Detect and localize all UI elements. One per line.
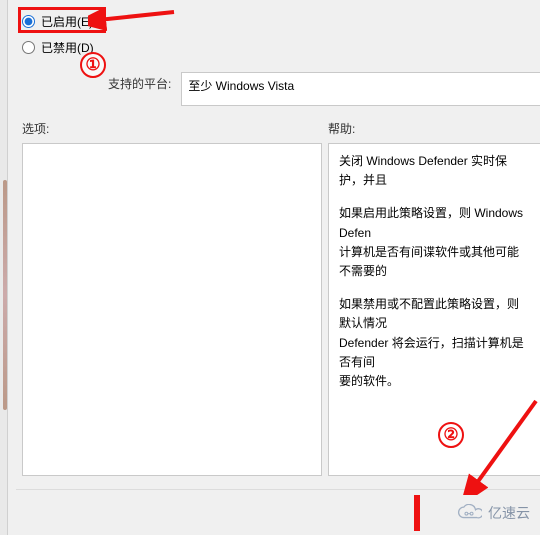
options-help-split: 选项: 帮助: 关闭 Windows Defender 实时保护，并且 如果启用… xyxy=(8,116,540,476)
radio-group-state: 已启用(E) 已禁用(D) xyxy=(8,0,540,66)
dialog-bottom-bar: 亿速云 xyxy=(16,489,540,535)
radio-row-disabled[interactable]: 已禁用(D) xyxy=(22,36,540,58)
help-label: 帮助: xyxy=(328,120,540,137)
window-left-edge xyxy=(0,0,8,535)
help-box: 关闭 Windows Defender 实时保护，并且 如果启用此策略设置，则 … xyxy=(328,143,540,476)
radio-row-enabled[interactable]: 已启用(E) xyxy=(22,10,540,32)
radio-enabled[interactable] xyxy=(22,15,35,28)
help-line: 如果禁用或不配置此策略设置，则默认情况 Defender 将会运行，扫描计算机是… xyxy=(339,295,530,391)
watermark-text: 亿速云 xyxy=(488,503,530,523)
radio-disabled[interactable] xyxy=(22,41,35,54)
options-box[interactable] xyxy=(22,143,322,476)
options-column: 选项: xyxy=(22,116,322,476)
policy-dialog-body: 已启用(E) 已禁用(D) 支持的平台: 至少 Windows Vista 选项… xyxy=(8,0,540,535)
cloud-icon xyxy=(456,504,482,522)
watermark-logo: 亿速云 xyxy=(456,503,530,523)
supported-platform-label: 支持的平台: xyxy=(108,72,171,92)
help-column: 帮助: 关闭 Windows Defender 实时保护，并且 如果启用此策略设… xyxy=(328,116,540,476)
supported-platform-row: 支持的平台: 至少 Windows Vista xyxy=(8,66,540,116)
options-label: 选项: xyxy=(22,120,322,137)
help-line: 关闭 Windows Defender 实时保护，并且 xyxy=(339,152,530,190)
radio-enabled-label: 已启用(E) xyxy=(41,13,93,30)
annotation-button-edge xyxy=(414,495,420,531)
supported-platform-value: 至少 Windows Vista xyxy=(181,72,540,106)
help-line: 如果启用此策略设置，则 Windows Defen 计算机是否有间谍软件或其他可… xyxy=(339,204,530,281)
radio-disabled-label: 已禁用(D) xyxy=(41,39,94,56)
